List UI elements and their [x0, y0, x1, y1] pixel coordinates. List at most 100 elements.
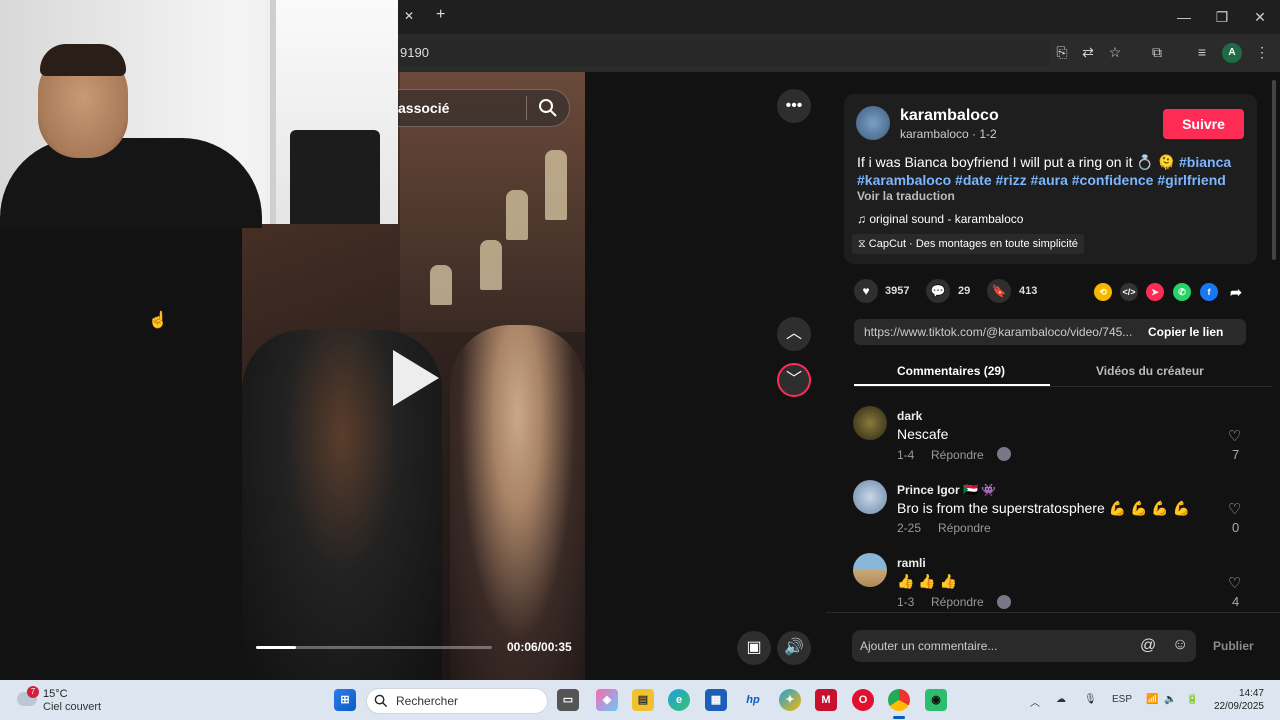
comment-avatar[interactable]: [853, 406, 887, 440]
extensions-icon[interactable]: ⧉: [1147, 42, 1167, 62]
emoji-icon[interactable]: ☺: [1172, 636, 1188, 654]
page-scrollbar[interactable]: [1272, 80, 1276, 260]
miniplayer-icon[interactable]: ▣: [737, 631, 771, 665]
menu-icon[interactable]: ⋮: [1252, 42, 1272, 62]
comment-author[interactable]: dark: [897, 409, 922, 423]
microphone-icon[interactable]: 🎙: [1084, 694, 1097, 705]
next-video-button[interactable]: ﹀: [777, 363, 811, 397]
tab-divider: [854, 386, 1272, 387]
reply-button[interactable]: Répondre: [931, 595, 984, 609]
wifi-icon[interactable]: 📶: [1146, 694, 1158, 705]
close-window-icon[interactable]: ✕: [1248, 6, 1272, 28]
star-icon[interactable]: ☆: [1105, 42, 1125, 62]
author-avatar[interactable]: [856, 106, 890, 140]
video-link[interactable]: https://www.tiktok.com/@karambaloco/vide…: [864, 325, 1144, 339]
likes-count: 3957: [885, 285, 910, 297]
weather-badge: 7: [27, 686, 39, 698]
clock[interactable]: 14:47 22/09/2025: [1212, 688, 1264, 712]
search-text: associé: [398, 100, 450, 116]
copilot-icon[interactable]: ◈: [596, 689, 618, 711]
clock-date: 22/09/2025: [1213, 701, 1264, 712]
store-icon[interactable]: ▦: [705, 689, 727, 711]
repost-icon[interactable]: ⟲: [1094, 283, 1112, 301]
mention-icon[interactable]: @: [1140, 637, 1156, 655]
capcut-text: CapCut · Des montages en toute simplicit…: [868, 238, 1078, 250]
copy-link-button[interactable]: Copier le lien: [1148, 325, 1223, 339]
saves-count: 413: [1019, 285, 1038, 297]
search-icon[interactable]: [538, 98, 558, 118]
clock-time: 14:47: [1238, 688, 1264, 699]
video-window-light: [480, 240, 502, 290]
media-icon[interactable]: ≡: [1192, 42, 1212, 62]
file-explorer-icon[interactable]: ▤: [632, 689, 654, 711]
volume-icon[interactable]: 🔊: [777, 631, 811, 665]
comment-avatar[interactable]: [853, 553, 887, 587]
mcafee-icon[interactable]: M: [815, 689, 837, 711]
windows-start-icon[interactable]: ⊞: [334, 689, 356, 711]
embed-icon[interactable]: </>: [1120, 283, 1138, 301]
minimize-icon[interactable]: —: [1172, 6, 1196, 28]
install-app-icon[interactable]: ⎘: [1052, 42, 1072, 62]
close-tab-icon[interactable]: ✕: [404, 9, 414, 23]
comment-heart-icon[interactable]: ♡: [1228, 427, 1241, 445]
comment-author[interactable]: ramli: [897, 556, 926, 570]
edge-icon[interactable]: e: [668, 689, 690, 711]
url-field[interactable]: 9190: [396, 40, 1050, 66]
capcut-badge[interactable]: ⧖ CapCut · Des montages en toute simplic…: [852, 234, 1084, 254]
task-view-icon[interactable]: ▭: [557, 689, 579, 711]
comment-avatar[interactable]: [853, 480, 887, 514]
hashtag-link[interactable]: #bianca: [1179, 154, 1231, 170]
tab-creator-videos[interactable]: Vidéos du créateur: [1096, 364, 1204, 378]
creator-liked-avatar: [997, 595, 1011, 609]
share-arrow-icon[interactable]: ➦: [1227, 283, 1245, 301]
weather-temp: 15°C: [43, 688, 68, 700]
profile-avatar[interactable]: A: [1222, 43, 1242, 63]
music-note-icon: ♫: [857, 212, 870, 226]
reply-button[interactable]: Répondre: [931, 448, 984, 462]
comment-heart-icon[interactable]: ♡: [1228, 574, 1241, 592]
send-icon[interactable]: ➤: [1146, 283, 1164, 301]
opera-icon[interactable]: O: [852, 689, 874, 711]
webcam-person-body: [0, 138, 262, 228]
battery-icon[interactable]: 🔋: [1186, 694, 1198, 705]
sound-link[interactable]: ♫ original sound - karambaloco: [857, 212, 1023, 226]
progress-fill: [256, 646, 297, 649]
chrome-icon[interactable]: [888, 689, 910, 711]
hashtag-links[interactable]: #karambaloco #date #rizz #aura #confiden…: [857, 172, 1226, 188]
previous-video-button[interactable]: ︿: [777, 317, 811, 351]
whatsapp-icon[interactable]: ✆: [1173, 283, 1191, 301]
taskbar-search-text: Rechercher: [396, 694, 459, 708]
hp-icon[interactable]: hp: [742, 689, 764, 711]
comment-heart-icon[interactable]: ♡: [1228, 500, 1241, 518]
tab-comments[interactable]: Commentaires (29): [897, 364, 1005, 378]
network-icon[interactable]: ☁: [1056, 694, 1066, 705]
comment-text: 👍 👍 👍: [897, 573, 958, 589]
comment-likes: 0: [1232, 520, 1240, 535]
author-username[interactable]: karambaloco: [900, 107, 999, 125]
new-tab-button[interactable]: +: [436, 6, 445, 24]
heart-icon[interactable]: ♥: [854, 279, 878, 303]
chat-app-icon[interactable]: ◉: [925, 689, 947, 711]
follow-button[interactable]: Suivre: [1163, 109, 1244, 139]
comments-count: 29: [958, 285, 971, 297]
see-translation-link[interactable]: Voir la traduction: [857, 189, 955, 203]
publish-button[interactable]: Publier: [1213, 639, 1254, 653]
comment-author[interactable]: Prince Igor 🇸🇩 👾: [897, 483, 996, 497]
more-options-icon[interactable]: •••: [777, 89, 811, 123]
search-separator: [526, 96, 527, 120]
language-indicator[interactable]: ESP: [1112, 694, 1132, 705]
speaker-icon[interactable]: 🔈: [1164, 694, 1176, 705]
taskbar-search-icon: [374, 694, 388, 708]
facebook-icon[interactable]: f: [1200, 283, 1218, 301]
comment-placeholder: Ajouter un commentaire...: [860, 639, 998, 653]
bookmark-icon[interactable]: 🔖: [987, 279, 1011, 303]
tab-active-indicator: [854, 384, 1050, 386]
app-icon[interactable]: ✦: [779, 689, 801, 711]
reply-button[interactable]: Répondre: [938, 521, 991, 535]
translate-icon[interactable]: ⇄: [1078, 42, 1098, 62]
comment-icon[interactable]: 💬: [926, 279, 950, 303]
left-area[interactable]: [0, 224, 242, 680]
restore-icon[interactable]: ❐: [1210, 6, 1234, 28]
tray-chevron-icon[interactable]: ︿: [1030, 694, 1040, 709]
play-icon[interactable]: [393, 350, 439, 406]
